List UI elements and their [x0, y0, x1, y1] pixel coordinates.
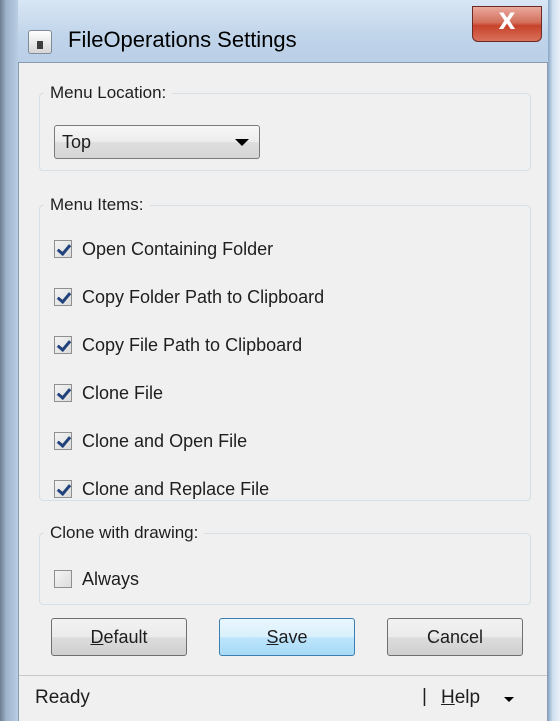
- menu-location-group: Menu Location: Top: [39, 83, 531, 171]
- default-button[interactable]: Default: [51, 618, 187, 656]
- checkbox-label: Always: [82, 568, 140, 589]
- close-button[interactable]: X: [472, 6, 542, 42]
- menu-location-dropdown[interactable]: Top: [54, 125, 260, 159]
- menu-location-selected: Top: [62, 132, 92, 152]
- status-text: Ready: [35, 687, 90, 708]
- cancel-button[interactable]: Cancel: [387, 618, 523, 656]
- default-button-label: Default: [90, 627, 148, 647]
- menu-items-label: Menu Items:: [50, 195, 144, 214]
- app-icon: [28, 30, 52, 54]
- checkbox-label: Copy Folder Path to Clipboard: [82, 286, 325, 307]
- menu-location-label: Menu Location:: [50, 83, 167, 102]
- chevron-down-icon: [235, 139, 249, 146]
- help-menu[interactable]: Help: [441, 687, 480, 709]
- checkbox-checked-icon[interactable]: [54, 288, 72, 306]
- window-frame: FileOperations Settings X Menu Location:…: [0, 0, 560, 721]
- dialog-client-area: Menu Location: Top Menu Items: Open Cont…: [18, 62, 548, 721]
- menu-items-group: Menu Items: Open Containing Folder Copy …: [39, 195, 531, 501]
- checkbox-clone-file[interactable]: Clone File: [54, 381, 163, 405]
- checkbox-label: Clone and Replace File: [82, 478, 270, 499]
- checkbox-unchecked-icon[interactable]: [54, 570, 72, 588]
- checkbox-clone-and-open-file[interactable]: Clone and Open File: [54, 429, 247, 453]
- checkbox-checked-icon[interactable]: [54, 240, 72, 258]
- help-label: Help: [441, 687, 481, 708]
- checkbox-copy-file-path[interactable]: Copy File Path to Clipboard: [54, 333, 302, 357]
- checkbox-label: Clone and Open File: [82, 430, 248, 451]
- clone-with-drawing-group: Clone with drawing: Always: [39, 523, 531, 605]
- checkbox-checked-icon[interactable]: [54, 480, 72, 498]
- checkbox-copy-folder-path[interactable]: Copy Folder Path to Clipboard: [54, 285, 324, 309]
- window-right-border: [548, 0, 560, 721]
- checkbox-always[interactable]: Always: [54, 567, 139, 591]
- clone-with-drawing-label: Clone with drawing:: [50, 523, 199, 542]
- dropdown-arrow-icon[interactable]: [504, 697, 514, 702]
- checkbox-clone-and-replace-file[interactable]: Clone and Replace File: [54, 477, 269, 501]
- checkbox-checked-icon[interactable]: [54, 384, 72, 402]
- checkbox-checked-icon[interactable]: [54, 432, 72, 450]
- save-button-label: Save: [266, 627, 308, 647]
- window-left-border: [0, 0, 18, 721]
- save-button[interactable]: Save: [219, 618, 355, 656]
- checkbox-checked-icon[interactable]: [54, 336, 72, 354]
- checkbox-open-containing-folder[interactable]: Open Containing Folder: [54, 237, 273, 261]
- status-separator: |: [422, 686, 427, 707]
- status-bar: Ready | Help: [19, 675, 547, 721]
- checkbox-label: Copy File Path to Clipboard: [82, 334, 303, 355]
- checkbox-label: Open Containing Folder: [82, 238, 274, 259]
- checkbox-label: Clone File: [82, 382, 164, 403]
- window-title: FileOperations Settings: [68, 27, 297, 52]
